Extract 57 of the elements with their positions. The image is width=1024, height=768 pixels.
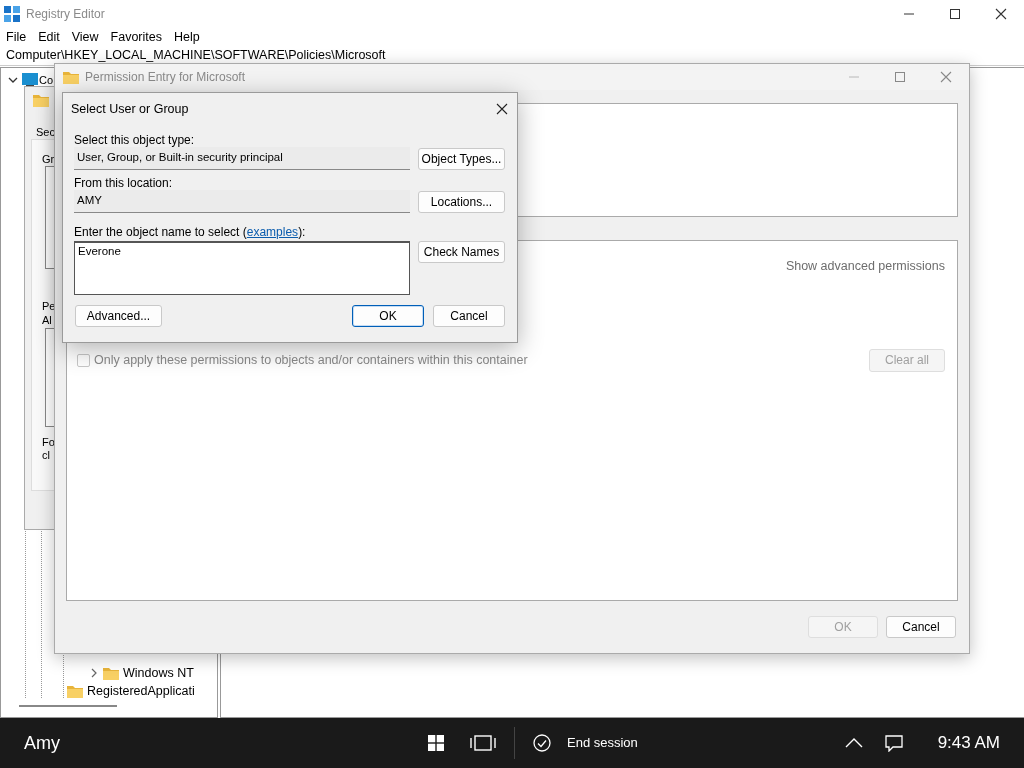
computer-icon: [22, 73, 38, 87]
object-types-button[interactable]: Object Types...: [418, 148, 505, 170]
scrollbar-thumb[interactable]: [19, 705, 117, 707]
cancel-button[interactable]: Cancel: [433, 305, 505, 327]
menu-item[interactable]: View: [65, 27, 105, 47]
object-type-field: User, Group, or Built-in security principal: [74, 147, 410, 170]
group-label: Gr: [42, 152, 55, 167]
folder-icon: [63, 70, 79, 84]
clock: 9:43 AM: [937, 732, 1000, 755]
task-view-icon[interactable]: [470, 734, 496, 752]
ok-button[interactable]: OK: [352, 305, 424, 327]
tree-item[interactable]: Windows NT: [89, 664, 194, 682]
advanced-button[interactable]: Advanced...: [75, 305, 162, 327]
maximize-icon: [894, 71, 906, 83]
advanced-permissions-link[interactable]: Show advanced permissions: [785, 257, 945, 276]
expand-chevron-icon: [89, 667, 99, 679]
close-icon: [940, 71, 952, 83]
menu-item[interactable]: Favorites: [104, 27, 168, 47]
field-label: From this location:: [74, 176, 173, 190]
dialog-title: Select User or Group: [71, 100, 189, 118]
tree-label: Windows NT: [123, 664, 194, 682]
menu-item[interactable]: Help: [168, 27, 206, 47]
location-field: AMY: [74, 190, 410, 213]
close-icon: [496, 103, 508, 115]
end-session-button[interactable]: End session: [531, 729, 640, 757]
folder-icon: [103, 666, 119, 680]
tree-label: Co: [39, 72, 54, 88]
windows-icon[interactable]: [428, 735, 444, 751]
tab[interactable]: Sec: [36, 124, 55, 141]
users-list[interactable]: [45, 166, 55, 269]
window-title: Registry Editor: [26, 6, 105, 23]
notification-icon[interactable]: [884, 734, 903, 752]
check-circle-icon: [533, 734, 551, 752]
menu-item[interactable]: Edit: [32, 27, 66, 47]
tree-item[interactable]: Co: [7, 71, 54, 89]
registry-icon: [4, 6, 20, 22]
field-label: Enter the object name to select (examples):: [74, 225, 306, 239]
menu-item[interactable]: File: [0, 27, 33, 47]
footer-text: Fo: [42, 435, 55, 450]
folder-icon: [33, 93, 49, 107]
close-icon: [995, 8, 1007, 20]
check-names-button[interactable]: Check Names: [418, 241, 505, 263]
maximize-icon: [949, 8, 961, 20]
examples-link[interactable]: examples: [246, 225, 299, 239]
locations-button[interactable]: Locations...: [418, 191, 505, 213]
permissions-list[interactable]: [45, 328, 55, 427]
window-title: Permission Entry for Microsoft: [85, 69, 246, 86]
folder-icon: [67, 684, 83, 698]
tree-label: RegisteredApplicati: [87, 682, 195, 700]
object-name-field[interactable]: Everone: [74, 241, 410, 295]
permissions-label: Al: [42, 313, 52, 328]
tree-item[interactable]: RegisteredApplicati: [67, 682, 195, 700]
footer-text: cl: [42, 448, 50, 463]
cancel-button[interactable]: Cancel: [886, 616, 956, 638]
field-label: Select this object type:: [74, 133, 195, 147]
user-name: Amy: [24, 731, 61, 755]
chevron-up-icon[interactable]: [844, 737, 863, 749]
